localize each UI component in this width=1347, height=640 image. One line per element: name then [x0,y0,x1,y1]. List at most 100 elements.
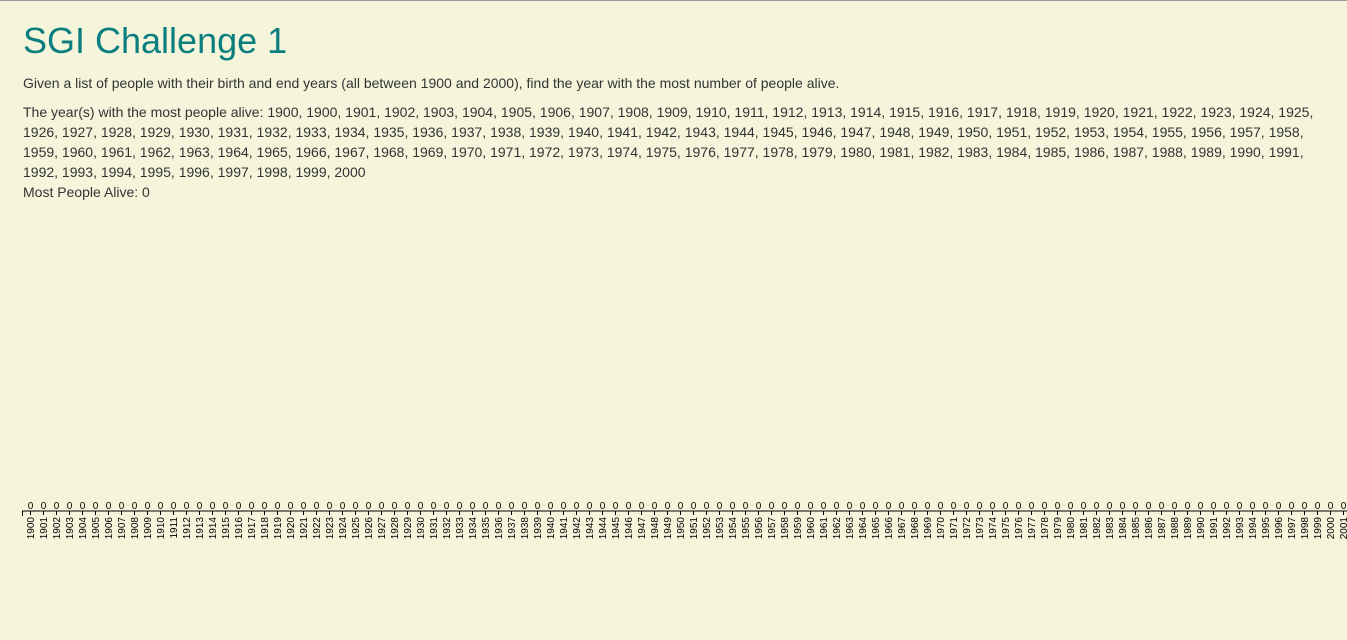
chart-value-label: 0 [483,501,489,512]
chart-value-label: 0 [1146,501,1152,512]
x-axis-tick-label: 1918 [260,517,271,540]
chart-value-label: 0 [535,501,541,512]
x-axis-tick-label: 1993 [1235,517,1246,540]
x-axis-tick-label: 1972 [962,517,973,540]
x-axis-tick-label: 1958 [780,517,791,540]
x-axis-tick-label: 2001 [1339,517,1347,540]
x-axis-tick-label: 1916 [234,517,245,540]
chart-value-label: 0 [1068,501,1074,512]
x-axis-tick-label: 1974 [988,517,999,540]
x-axis-tick-label: 1931 [429,517,440,540]
chart-value-label: 0 [340,501,346,512]
chart-value-label: 0 [678,501,684,512]
x-axis-tick-label: 1944 [598,517,609,540]
chart-value-label: 0 [704,501,710,512]
chart-value-label: 0 [470,501,476,512]
x-axis-tick-label: 1942 [572,517,583,540]
chart-value-label: 0 [925,501,931,512]
x-axis-tick-label: 1901 [39,517,50,540]
chart-value-label: 0 [1172,501,1178,512]
chart-value-label: 0 [873,501,879,512]
x-axis-tick-label: 1908 [130,517,141,540]
x-axis-tick-label: 1981 [1079,517,1090,540]
x-axis-tick-label: 1945 [611,517,622,540]
chart-value-label: 0 [132,501,138,512]
chart-value-label: 0 [782,501,788,512]
challenge-description: Given a list of people with their birth … [23,75,840,91]
x-axis-tick-label: 1994 [1248,517,1259,540]
x-axis-tick-label: 1926 [364,517,375,540]
chart-value-label: 0 [951,501,957,512]
chart-value-label: 0 [184,501,190,512]
x-axis-tick-label: 1997 [1287,517,1298,540]
chart-value-label: 0 [522,501,528,512]
chart-value-label: 0 [587,501,593,512]
x-axis-tick-label: 1939 [533,517,544,540]
chart-value-label: 0 [886,501,892,512]
chart-value-label: 0 [1289,501,1295,512]
chart-value-label: 0 [288,501,294,512]
chart-value-label: 0 [392,501,398,512]
x-axis-tick-label: 1929 [403,517,414,540]
x-axis-tick-label: 1985 [1131,517,1142,540]
x-axis-tick-label: 1940 [546,517,557,540]
chart-value-label: 0 [249,501,255,512]
chart-value-label: 0 [262,501,268,512]
chart-value-label: 0 [639,501,645,512]
chart-value-label: 0 [405,501,411,512]
chart-value-label: 0 [197,501,203,512]
x-axis-tick-label: 1932 [442,517,453,540]
chart-value-label: 0 [808,501,814,512]
x-axis-tick-label: 1946 [624,517,635,540]
x-axis-tick-label: 1949 [663,517,674,540]
x-axis-tick-label: 1904 [78,517,89,540]
chart-value-label: 0 [301,501,307,512]
x-axis-tick-label: 1999 [1313,517,1324,540]
x-axis-tick-label: 1937 [507,517,518,540]
chart-value-label: 0 [431,501,437,512]
x-axis-tick-label: 1970 [936,517,947,540]
x-axis-tick-label: 1959 [793,517,804,540]
chart-value-label: 0 [93,501,99,512]
x-axis-tick-label: 1912 [182,517,193,540]
chart-value-label: 0 [899,501,905,512]
x-axis-tick-label: 1996 [1274,517,1285,540]
x-axis-tick-label: 1930 [416,517,427,540]
x-axis-tick-label: 1989 [1183,517,1194,540]
chart-value-label: 0 [990,501,996,512]
x-axis-tick-label: 1938 [520,517,531,540]
x-axis-tick-label: 1943 [585,517,596,540]
chart-value-label: 0 [613,501,619,512]
chart-value-label: 0 [834,501,840,512]
chart-value-label: 0 [769,501,775,512]
x-axis-tick-label: 1921 [299,517,310,540]
chart-value-label: 0 [1237,501,1243,512]
chart-value-label: 0 [314,501,320,512]
chart-value-label: 0 [574,501,580,512]
x-axis-tick-label: 1920 [286,517,297,540]
chart-value-label: 0 [1029,501,1035,512]
x-axis-tick-label: 1919 [273,517,284,540]
chart-value-label: 0 [756,501,762,512]
result-years-line: The year(s) with the most people alive: … [23,104,1314,120]
chart-value-label: 0 [1302,501,1308,512]
chart-value-label: 0 [1250,501,1256,512]
x-axis-tick-label: 1968 [910,517,921,540]
chart-value-label: 0 [912,501,918,512]
chart-value-label: 0 [80,501,86,512]
chart-value-label: 0 [1328,501,1334,512]
x-axis-tick-label: 1927 [377,517,388,540]
x-axis-tick-label: 1950 [676,517,687,540]
x-axis-tick-label: 1928 [390,517,401,540]
x-axis-tick-label: 1913 [195,517,206,540]
chart-value-label: 0 [1263,501,1269,512]
chart-value-label: 0 [366,501,372,512]
x-axis-tick-label: 1936 [494,517,505,540]
chart-value-label: 0 [171,501,177,512]
result-years-line: 1992, 1993, 1994, 1995, 1996, 1997, 1998… [23,164,366,180]
x-axis-tick-label: 1960 [806,517,817,540]
chart-value-label: 0 [54,501,60,512]
chart-value-label: 0 [1198,501,1204,512]
chart-value-label: 0 [1081,501,1087,512]
x-axis-tick-label: 1914 [208,517,219,540]
